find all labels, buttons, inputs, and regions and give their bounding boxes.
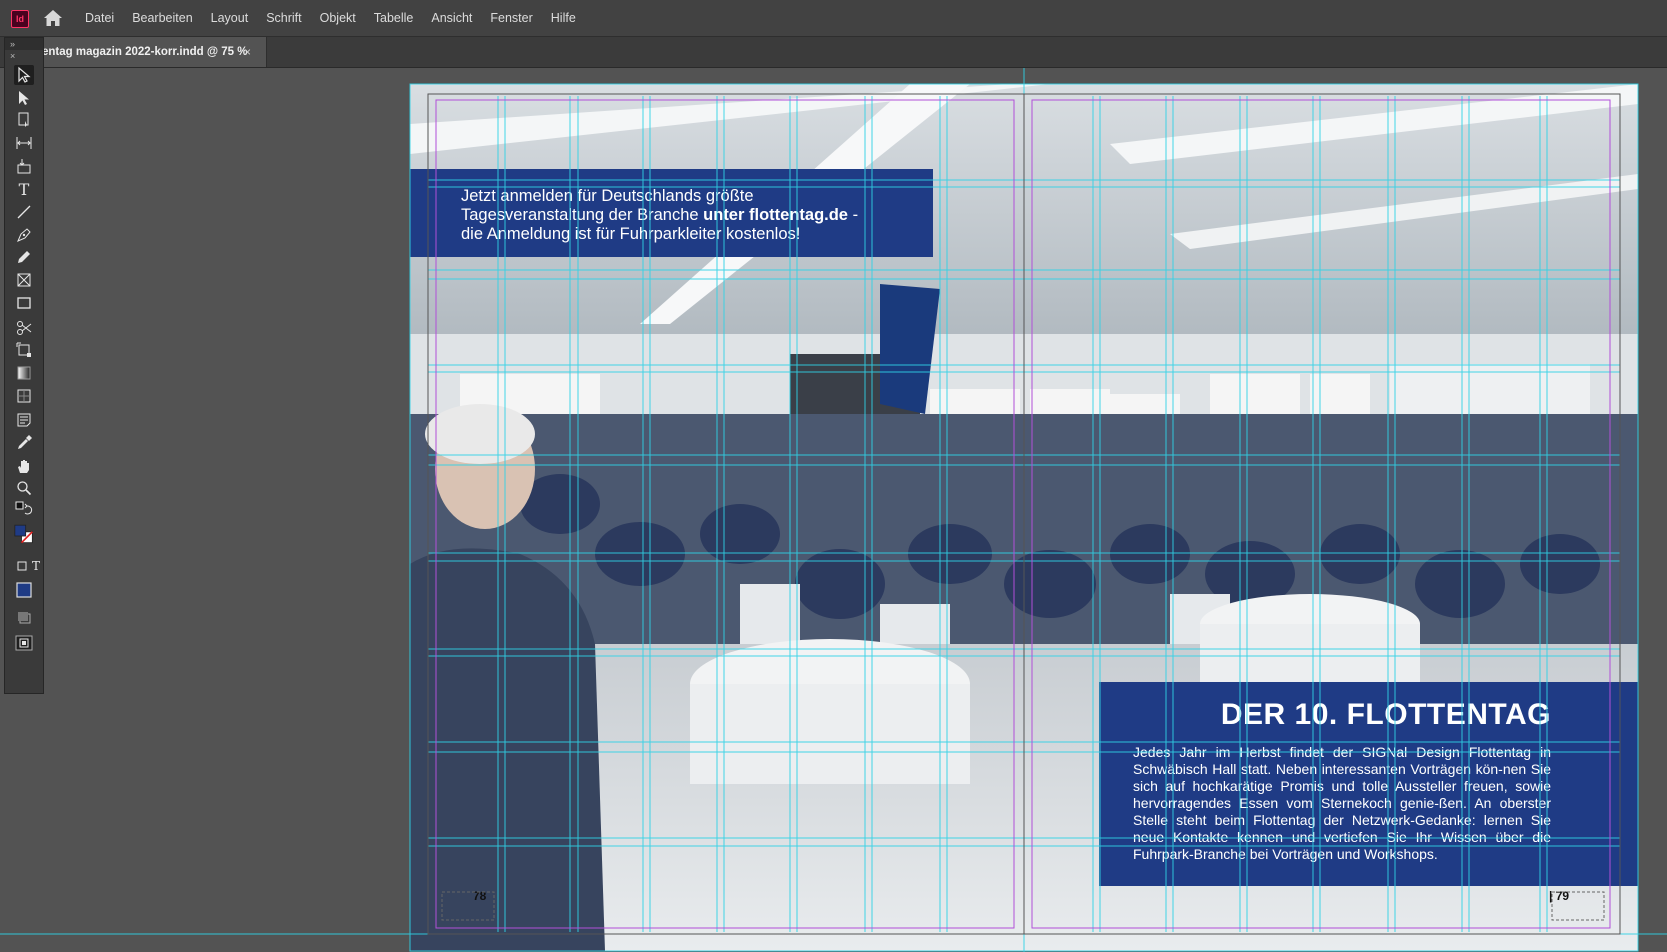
promo-link-text: unter flottentag.de	[703, 206, 848, 224]
gradient-swatch-tool-icon[interactable]	[14, 363, 34, 383]
document-tab-title: entag magazin 2022-korr.indd @ 75 %	[42, 46, 248, 58]
content-collector-tool-icon[interactable]	[14, 156, 34, 176]
formatting-text-icon[interactable]: T	[30, 556, 42, 576]
promo-line-2-post: -	[847, 206, 859, 224]
direct-selection-tool-icon[interactable]	[14, 88, 34, 108]
fill-stroke-swatch[interactable]	[14, 521, 34, 551]
screen-mode-icon[interactable]	[14, 633, 34, 653]
formatting-text-glyph: T	[31, 559, 40, 573]
gradient-feather-tool-icon[interactable]	[14, 386, 34, 406]
hand-tool-icon[interactable]	[14, 456, 34, 476]
promo-line-1: Jetzt anmelden für Deutschlands größte	[461, 187, 754, 205]
page-tool-icon[interactable]	[14, 110, 34, 130]
scissors-tool-icon[interactable]	[14, 318, 34, 338]
free-transform-tool-icon[interactable]	[14, 340, 34, 360]
document-spread[interactable]: Jetzt anmelden für Deutschlands größte T…	[410, 84, 1638, 951]
page-number-right: | 79	[1549, 889, 1570, 903]
rectangle-frame-tool-icon[interactable]	[14, 270, 34, 290]
article-body-text: Jedes Jahr im Herbst findet der SIGNal D…	[1133, 744, 1551, 862]
zoom-tool-icon[interactable]	[14, 478, 34, 498]
tools-panel: » × T T	[4, 37, 44, 694]
menu-hilfe[interactable]: Hilfe	[542, 0, 585, 36]
document-tab-strip: entag magazin 2022-korr.indd @ 75 % ×	[0, 37, 1667, 68]
promo-line-3: die Anmeldung ist für Fuhrparkleiter kos…	[461, 225, 801, 243]
home-icon[interactable]	[43, 9, 63, 27]
menu-bar: Id Datei Bearbeiten Layout Schrift Objek…	[0, 0, 1667, 37]
promo-line-2-pre: Tagesveranstaltung der Branche	[461, 206, 704, 224]
document-tab[interactable]: entag magazin 2022-korr.indd @ 75 % ×	[42, 37, 267, 67]
menu-tabelle[interactable]: Tabelle	[365, 0, 423, 36]
promo-text-frame[interactable]: Jetzt anmelden für Deutschlands größte T…	[410, 169, 933, 257]
menu-schrift[interactable]: Schrift	[257, 0, 310, 36]
line-tool-icon[interactable]	[14, 202, 34, 222]
app-logo-icon[interactable]: Id	[11, 10, 29, 28]
default-fill-stroke-icon[interactable]	[14, 500, 34, 520]
close-tab-icon[interactable]: ×	[244, 37, 251, 67]
menu-ansicht[interactable]: Ansicht	[422, 0, 481, 36]
headline-text-frame[interactable]: DER 10. FLOTTENTAG Jedes Jahr im Herbst …	[1099, 682, 1638, 886]
main-menu: Datei Bearbeiten Layout Schrift Objekt T…	[76, 0, 585, 36]
eyedropper-tool-icon[interactable]	[14, 433, 34, 453]
promo-text: Jetzt anmelden für Deutschlands größte T…	[461, 187, 901, 244]
view-mode-icon[interactable]	[14, 608, 34, 628]
rectangle-tool-icon[interactable]	[14, 293, 34, 313]
menu-bearbeiten[interactable]: Bearbeiten	[123, 0, 201, 36]
gap-tool-icon[interactable]	[14, 133, 34, 153]
note-tool-icon[interactable]	[14, 410, 34, 430]
tools-panel-header[interactable]: » ×	[5, 38, 43, 61]
menu-layout[interactable]: Layout	[202, 0, 258, 36]
apply-color-icon[interactable]	[14, 580, 34, 600]
page-number-left: 78	[473, 889, 487, 903]
type-tool-icon[interactable]: T	[14, 179, 34, 199]
pen-tool-icon[interactable]	[14, 225, 34, 245]
menu-datei[interactable]: Datei	[76, 0, 123, 36]
pencil-tool-icon[interactable]	[14, 247, 34, 267]
type-tool-glyph: T	[18, 179, 30, 199]
selection-tool-icon[interactable]	[14, 65, 34, 85]
menu-fenster[interactable]: Fenster	[481, 0, 541, 36]
menu-objekt[interactable]: Objekt	[311, 0, 365, 36]
article-headline: DER 10. FLOTTENTAG	[1220, 698, 1551, 731]
